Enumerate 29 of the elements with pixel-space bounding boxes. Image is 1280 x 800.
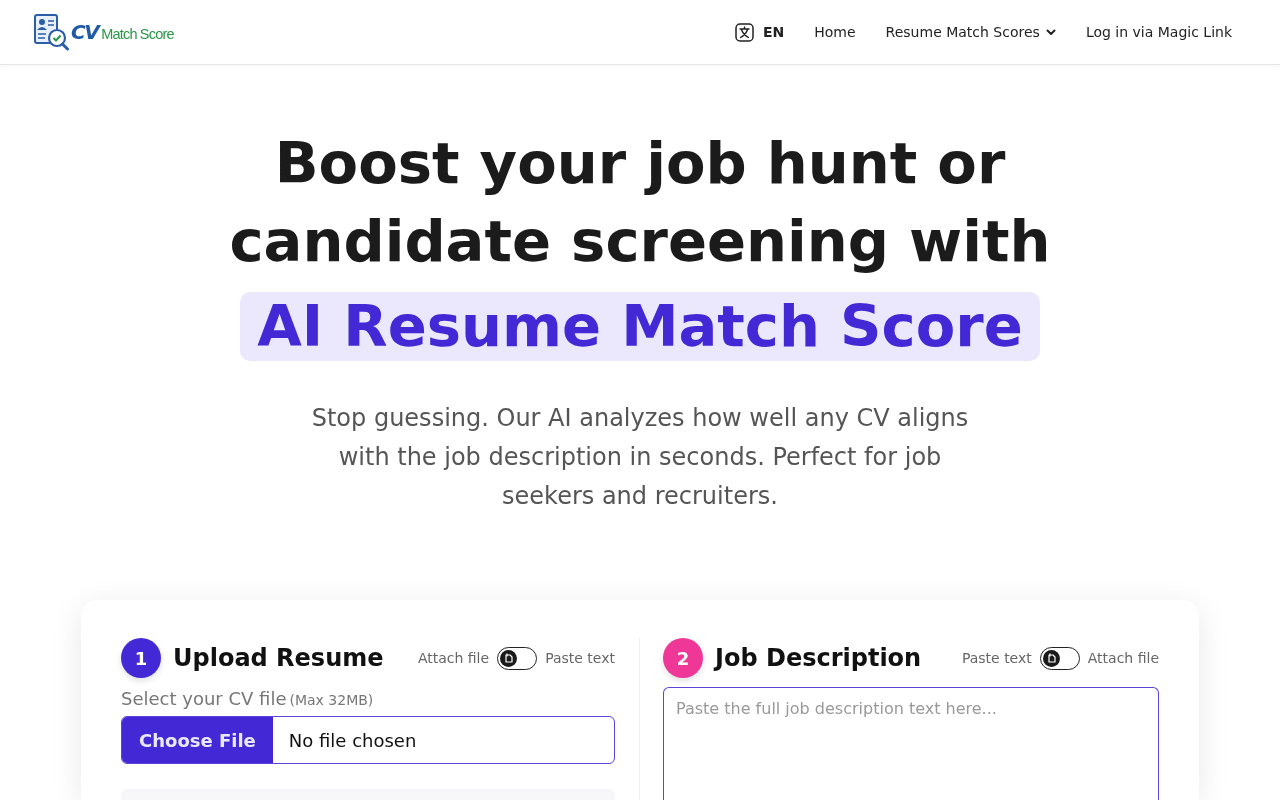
logo-icon — [33, 13, 71, 51]
nav-dropdown[interactable]: Resume Match Scores — [885, 24, 1056, 40]
toggle-label: Attach file — [417, 650, 490, 666]
hero-subtitle: Stop guessing. Our AI analyzes how well any CV aligns with the job description in seconds. Perfect for job seekers and recruiters. — [310, 403, 970, 512]
toggle-label: Attach file — [1087, 650, 1159, 666]
step-number: 1 — [121, 638, 161, 678]
chevron-down-icon — [1045, 28, 1056, 36]
document-icon — [1042, 649, 1060, 667]
toggle-switch[interactable] — [497, 646, 538, 670]
file-input[interactable]: Choose File No file chosen — [121, 716, 615, 764]
toggle-label: Paste text — [545, 650, 615, 666]
document-icon — [500, 649, 518, 667]
choose-file-button[interactable]: Choose File — [122, 717, 273, 763]
logo-text: CV — [71, 20, 99, 44]
job-description-field[interactable]: Paste the full job description text here... — [663, 687, 1159, 800]
section-title: Job Description — [715, 644, 922, 672]
step-number: 2 — [663, 638, 703, 678]
toggle-label: Paste text — [961, 650, 1032, 666]
nav-link[interactable]: Home — [814, 24, 856, 40]
file-name-text: No file chosen — [287, 728, 417, 753]
translate-icon — [735, 22, 754, 42]
language-button[interactable]: EN — [735, 22, 785, 42]
nav-link[interactable]: Log in via Magic Link — [1085, 24, 1232, 40]
section-title: Upload Resume — [173, 644, 384, 672]
hero-title: Boost your job hunt or candidate screening with — [228, 129, 1052, 277]
highlighted-title: AI Resume Match Score — [240, 292, 1040, 361]
field-label: Select your CV file (Max 32MB) — [121, 687, 375, 711]
toggle-switch[interactable] — [1039, 646, 1080, 670]
logo-text: Match Score — [101, 25, 174, 42]
